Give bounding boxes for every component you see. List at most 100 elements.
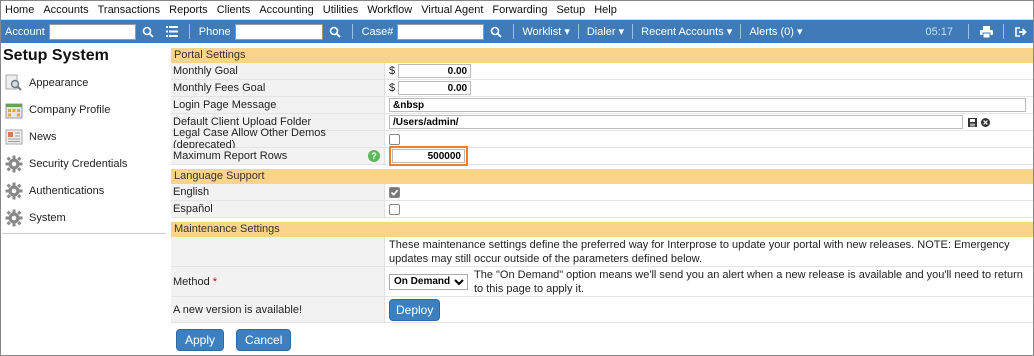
method-help-text: The "On Demand" option means we'll send … [474, 268, 1023, 295]
toolbar-divider [740, 24, 742, 39]
menu-utilities[interactable]: Utilities [323, 4, 358, 16]
menu-transactions[interactable]: Transactions [98, 4, 161, 16]
new-version-row: A new version is available! Deploy [171, 297, 1033, 323]
top-menu-bar: Home Accounts Transactions Reports Clien… [1, 1, 1033, 20]
case-label: Case# [361, 25, 394, 38]
menu-forwarding[interactable]: Forwarding [492, 4, 547, 16]
case-search-input[interactable] [397, 23, 485, 40]
language-support-header: Language Support [171, 169, 1033, 184]
currency-prefix: $ [389, 82, 396, 94]
search-icon[interactable] [139, 23, 157, 41]
monthly-goal-row: Monthly Goal $ [171, 63, 1033, 80]
login-message-row: Login Page Message [171, 97, 1033, 114]
gear-icon [4, 181, 24, 201]
required-marker: * [212, 275, 217, 288]
menu-reports[interactable]: Reports [169, 4, 208, 16]
currency-prefix: $ [389, 65, 396, 77]
espanol-label: Español [171, 201, 385, 217]
list-icon[interactable] [163, 23, 181, 41]
legal-case-row: Legal Case Allow Other Demos (deprecated… [171, 127, 1033, 151]
upload-folder-input[interactable] [389, 115, 963, 129]
legal-case-label: Legal Case Allow Other Demos (deprecated… [171, 127, 385, 151]
max-report-rows-row: Maximum Report Rows ? [171, 146, 1033, 166]
sidebar-item-authentications[interactable]: Authentications [2, 177, 166, 204]
sidebar-item-company-profile[interactable]: Company Profile [2, 96, 166, 123]
max-report-rows-input[interactable] [392, 149, 465, 163]
toolbar-divider [513, 24, 515, 39]
espanol-checkbox[interactable] [389, 203, 400, 215]
sidebar-item-appearance[interactable]: Appearance [2, 69, 166, 96]
monthly-fees-goal-input[interactable] [398, 81, 472, 95]
monthly-goal-label: Monthly Goal [171, 63, 385, 79]
sidebar-item-label: Company Profile [29, 103, 111, 116]
save-icon[interactable] [968, 117, 977, 127]
search-icon[interactable] [487, 23, 505, 41]
search-toolbar: Account Phone Case# Worklist ▾ Dialer ▾ … [1, 20, 1033, 43]
menu-workflow[interactable]: Workflow [367, 4, 412, 16]
toolbar-divider [632, 24, 634, 39]
phone-search-input[interactable] [234, 23, 323, 40]
deploy-button[interactable]: Deploy [389, 298, 441, 321]
max-report-rows-label: Maximum Report Rows [173, 150, 288, 162]
form-actions: Apply Cancel [171, 329, 1033, 351]
monthly-fees-goal-label: Monthly Fees Goal [171, 80, 385, 96]
login-message-label: Login Page Message [171, 97, 385, 113]
highlight-box [389, 146, 468, 166]
method-label-cell: Method * [171, 267, 385, 296]
sidebar-item-label: System [29, 211, 66, 224]
toolbar-divider [577, 24, 579, 39]
sidebar-item-label: Authentications [29, 184, 105, 197]
recent-accounts-dropdown[interactable]: Recent Accounts ▾ [641, 25, 732, 38]
help-icon[interactable]: ? [368, 150, 380, 162]
account-search-input[interactable] [48, 23, 136, 40]
apply-button[interactable]: Apply [176, 329, 225, 351]
english-label: English [171, 184, 385, 200]
max-report-rows-label-cell: Maximum Report Rows ? [171, 148, 385, 164]
cancel-button[interactable]: Cancel [236, 329, 292, 351]
sidebar-item-label: Security Credentials [29, 157, 128, 170]
menu-setup[interactable]: Setup [556, 4, 585, 16]
maintenance-description: These maintenance settings define the pr… [389, 238, 1010, 265]
print-icon[interactable] [977, 23, 995, 41]
monthly-goal-input[interactable] [398, 64, 472, 78]
menu-accounts[interactable]: Accounts [43, 4, 88, 16]
toolbar-divider [188, 24, 190, 39]
english-checkbox[interactable] [389, 186, 400, 198]
page-title: Setup System [3, 47, 109, 64]
sidebar-item-label: Appearance [29, 76, 89, 89]
phone-label: Phone [198, 25, 231, 38]
legal-case-checkbox[interactable] [389, 133, 400, 145]
login-message-input[interactable] [389, 98, 1026, 112]
sidebar: Setup System Appearance Company Profile … [2, 45, 166, 234]
method-label: Method [173, 275, 210, 288]
english-row: English [171, 184, 1033, 201]
search-icon[interactable] [326, 23, 344, 41]
new-version-label: A new version is available! [171, 297, 385, 322]
portal-settings-header: Portal Settings [171, 48, 1033, 63]
gear-icon [4, 154, 24, 174]
sidebar-item-system[interactable]: System [2, 204, 166, 231]
espanol-row: Español [171, 201, 1033, 218]
gear-icon [4, 208, 24, 228]
empty-label-cell [171, 237, 385, 266]
toolbar-divider [351, 24, 353, 39]
menu-help[interactable]: Help [594, 4, 617, 16]
menu-clients[interactable]: Clients [217, 4, 251, 16]
method-select[interactable]: On Demand [389, 273, 468, 290]
alerts-dropdown[interactable]: Alerts (0) ▾ [749, 25, 802, 38]
newspaper-icon [4, 127, 24, 147]
menu-accounting[interactable]: Accounting [259, 4, 313, 16]
building-icon [4, 100, 24, 120]
menu-virtual-agent[interactable]: Virtual Agent [421, 4, 483, 16]
sidebar-item-news[interactable]: News [2, 123, 166, 150]
dialer-dropdown[interactable]: Dialer ▾ [587, 25, 624, 38]
monthly-fees-goal-row: Monthly Fees Goal $ [171, 80, 1033, 97]
close-icon[interactable] [981, 117, 990, 127]
maintenance-settings-header: Maintenance Settings [171, 222, 1033, 237]
sidebar-item-security-credentials[interactable]: Security Credentials [2, 150, 166, 177]
account-label: Account [5, 25, 45, 38]
worklist-dropdown[interactable]: Worklist ▾ [522, 25, 570, 38]
menu-home[interactable]: Home [5, 4, 34, 16]
clock: 05:17 [925, 25, 953, 38]
logout-icon[interactable] [1012, 23, 1030, 41]
